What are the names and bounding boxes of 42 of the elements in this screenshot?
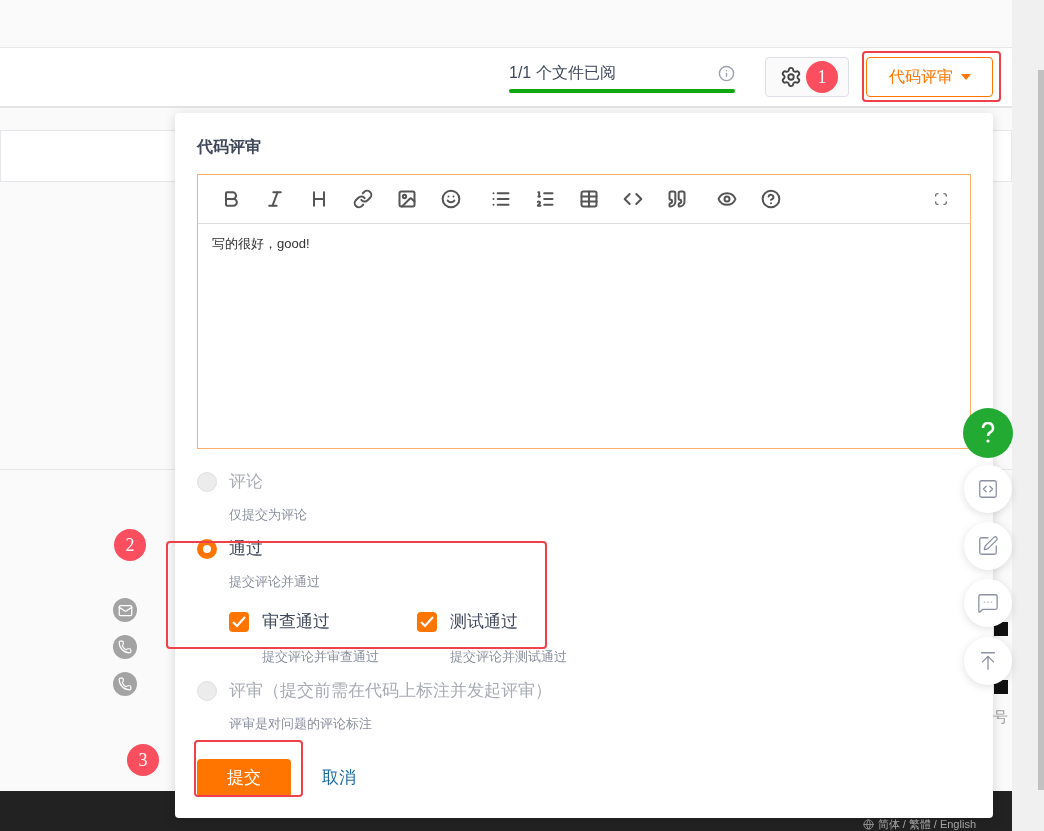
italic-icon[interactable] (265, 189, 285, 209)
edit-note-icon (977, 535, 999, 557)
markdown-editor[interactable]: 写的很好，good! (197, 174, 971, 449)
help-icon (981, 422, 995, 444)
option-hint: 评审是对问题的评论标注 (229, 714, 373, 733)
step-badge: 3 (127, 744, 159, 776)
quote-icon[interactable] (667, 189, 687, 209)
globe-icon (862, 818, 874, 830)
step-badge: 2 (114, 529, 146, 561)
caret-icon (960, 74, 971, 80)
phone-icon (113, 672, 137, 696)
checkbox-hint: 提交评论并测试通过 (450, 647, 568, 666)
footer-text: 号 (993, 707, 1008, 727)
popup-title: 代码评审 (197, 137, 262, 157)
checkbox-label[interactable]: 测试通过 (450, 609, 518, 635)
checkbox[interactable] (229, 611, 249, 632)
language-options-text: 简体 / 繁體 / English (877, 818, 976, 830)
checkbox-label[interactable]: 审查通过 (262, 609, 330, 635)
checkbox[interactable] (417, 611, 437, 632)
phone-icon (113, 635, 137, 659)
link-icon[interactable] (353, 189, 373, 209)
settings-icon (780, 66, 802, 88)
radio-button[interactable] (197, 538, 217, 559)
scrollbar[interactable] (1038, 70, 1044, 790)
table-icon[interactable] (579, 189, 599, 209)
editor-text[interactable]: 写的很好，good! (198, 224, 970, 254)
option-hint: 仅提交为评论 (229, 505, 308, 524)
files-viewed-text: 1/1 个文件已阅 (509, 63, 616, 83)
option-hint: 提交评论并通过 (229, 572, 321, 591)
help-icon[interactable] (761, 189, 781, 209)
chat-icon (977, 592, 999, 614)
email-icon (113, 598, 137, 622)
eye-icon[interactable] (717, 189, 737, 209)
checkbox-hint: 提交评论并审查通过 (262, 647, 380, 666)
numbered-list-icon[interactable] (535, 189, 555, 209)
cancel-link[interactable]: 取消 (322, 765, 356, 791)
bullet-list-icon[interactable] (491, 189, 511, 209)
image-icon[interactable] (397, 189, 417, 209)
smiley-icon[interactable] (441, 189, 461, 209)
code-feedback-icon (977, 478, 999, 500)
help-button[interactable] (963, 408, 1013, 458)
fullscreen-icon[interactable] (934, 192, 948, 206)
